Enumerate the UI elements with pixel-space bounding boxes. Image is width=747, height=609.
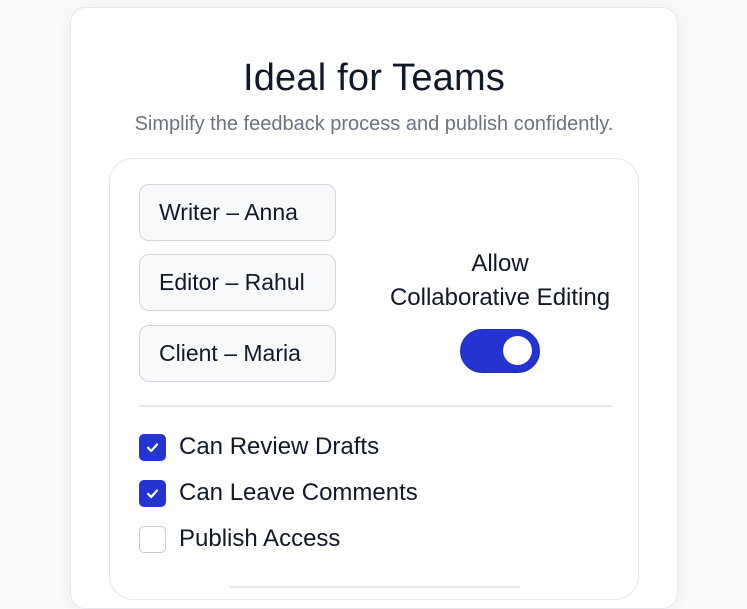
permission-review-drafts[interactable]: Can Review Drafts [139, 433, 379, 461]
team-settings-panel: Writer – Anna Editor – Rahul Client – Ma… [109, 158, 639, 600]
collaborative-editing-setting: Allow Collaborative Editing [350, 247, 650, 373]
permission-publish-access[interactable]: Publish Access [139, 525, 340, 553]
publish-access-checkbox[interactable] [139, 525, 166, 553]
leave-comments-checkbox[interactable] [139, 479, 166, 507]
role-chip-writer[interactable]: Writer – Anna [139, 184, 336, 241]
bottom-divider [230, 586, 520, 588]
collab-label-line1: Allow [471, 250, 529, 277]
card-subtitle: Simplify the feedback process and publis… [134, 113, 614, 135]
card-title: Ideal for Teams [242, 57, 506, 99]
check-icon [146, 488, 159, 498]
permission-leave-comments[interactable]: Can Leave Comments [139, 479, 418, 507]
role-chip-editor[interactable]: Editor – Rahul [139, 254, 336, 311]
review-drafts-checkbox[interactable] [139, 433, 166, 461]
divider [139, 405, 612, 407]
leave-comments-label: Can Leave Comments [179, 479, 418, 506]
check-icon [146, 442, 159, 452]
toggle-knob [503, 336, 532, 365]
role-chip-client[interactable]: Client – Maria [139, 325, 336, 382]
collaborative-editing-toggle[interactable] [460, 329, 540, 373]
publish-access-label: Publish Access [179, 525, 341, 552]
teams-card: Ideal for Teams Simplify the feedback pr… [70, 7, 678, 609]
collab-label-line2: Collaborative Editing [389, 284, 611, 311]
review-drafts-label: Can Review Drafts [179, 433, 380, 460]
